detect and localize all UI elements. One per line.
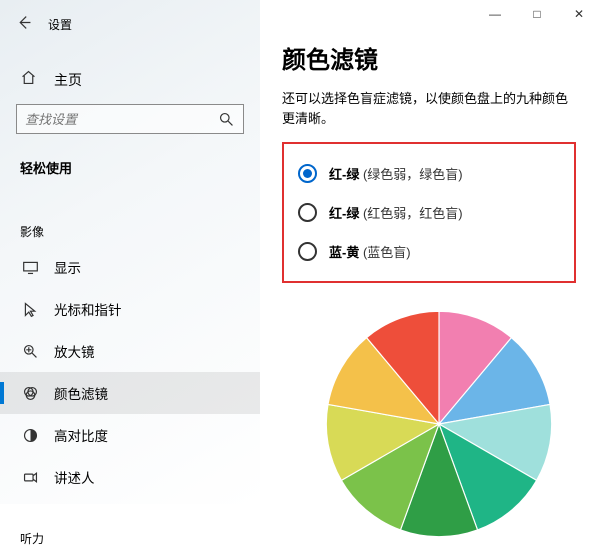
arrow-left-icon [16, 14, 33, 31]
sidebar-item-cursor[interactable]: 光标和指针 [0, 288, 260, 330]
radio-indicator [298, 164, 317, 183]
search-field[interactable] [25, 112, 218, 127]
sidebar-item-label: 高对比度 [54, 425, 108, 445]
filter-options-highlight-box: 红-绿 (绿色弱，绿色盲) 红-绿 (红色弱，红色盲) 蓝-黄 (蓝色盲) [282, 142, 576, 283]
sidebar-item-label: 颜色滤镜 [54, 383, 108, 403]
search-icon [218, 111, 235, 128]
radio-indicator [298, 203, 317, 222]
narrator-icon [20, 469, 40, 486]
cursor-icon [20, 301, 40, 318]
sidebar-item-narrator[interactable]: 讲述人 [0, 456, 260, 498]
minimize-button[interactable]: — [474, 0, 516, 28]
maximize-button[interactable]: □ [516, 0, 558, 28]
radio-indicator [298, 242, 317, 261]
close-button[interactable]: ✕ [558, 0, 600, 28]
sidebar: 设置 主页 轻松使用 影像 显示 光标和指针 放大镜 颜色 [0, 0, 260, 504]
radio-option-deuteranopia[interactable]: 红-绿 (绿色弱，绿色盲) [294, 154, 564, 193]
home-icon [20, 69, 40, 90]
content: 颜色滤镜 还可以选择色盲症滤镜，以使颜色盘上的九种颜色更清晰。 红-绿 (绿色弱… [260, 0, 600, 539]
high-contrast-icon [20, 427, 40, 444]
active-accent [0, 382, 4, 404]
window-controls: — □ ✕ [474, 0, 600, 28]
sidebar-item-display[interactable]: 显示 [0, 246, 260, 288]
sidebar-item-high-contrast[interactable]: 高对比度 [0, 414, 260, 456]
radio-label: 红-绿 (绿色弱，绿色盲) [329, 164, 463, 183]
sidebar-item-magnifier[interactable]: 放大镜 [0, 330, 260, 372]
color-wheel [282, 309, 576, 539]
page-title: 颜色滤镜 [282, 40, 576, 75]
display-icon [20, 259, 40, 276]
app-title: 设置 [48, 16, 72, 33]
page-description: 还可以选择色盲症滤镜，以使颜色盘上的九种颜色更清晰。 [282, 89, 576, 128]
sidebar-item-label: 光标和指针 [54, 299, 122, 319]
group-heading-hearing: 听力 [0, 516, 260, 553]
radio-label: 红-绿 (红色弱，红色盲) [329, 203, 463, 222]
sidebar-item-color-filters[interactable]: 颜色滤镜 [0, 372, 260, 414]
search-wrap [0, 98, 260, 144]
magnifier-icon [20, 343, 40, 360]
main-panel: — □ ✕ 颜色滤镜 还可以选择色盲症滤镜，以使颜色盘上的九种颜色更清晰。 红-… [260, 0, 600, 504]
sidebar-item-home[interactable]: 主页 [0, 59, 260, 98]
titlebar-left: 设置 [0, 8, 260, 41]
back-button[interactable] [14, 14, 34, 35]
sidebar-item-label: 讲述人 [54, 467, 95, 487]
section-heading-ease: 轻松使用 [0, 144, 260, 183]
radio-label: 蓝-黄 (蓝色盲) [329, 242, 411, 261]
color-filter-icon [20, 385, 40, 402]
radio-option-protanopia[interactable]: 红-绿 (红色弱，红色盲) [294, 193, 564, 232]
radio-option-tritanopia[interactable]: 蓝-黄 (蓝色盲) [294, 232, 564, 271]
search-input[interactable] [16, 104, 244, 134]
group-heading-vision: 影像 [0, 209, 260, 246]
color-wheel-icon [324, 309, 554, 539]
home-label: 主页 [54, 70, 82, 90]
sidebar-item-label: 放大镜 [54, 341, 95, 361]
sidebar-item-label: 显示 [54, 257, 81, 277]
